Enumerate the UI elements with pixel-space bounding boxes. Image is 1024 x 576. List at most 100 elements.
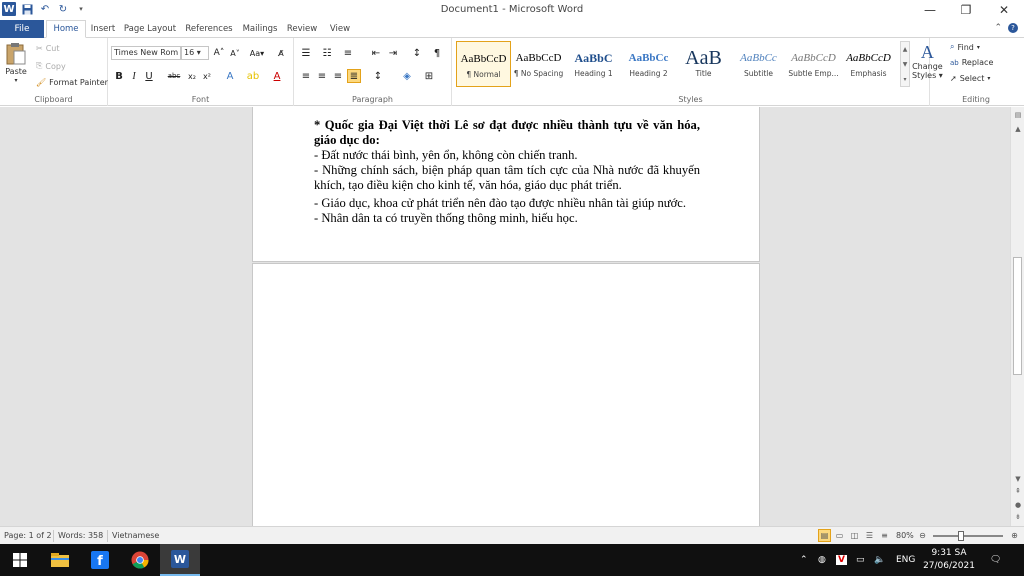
draft-view-icon[interactable]: ≡ xyxy=(878,529,891,542)
tab-insert[interactable]: Insert xyxy=(88,20,118,38)
restore-button[interactable]: ❐ xyxy=(948,0,984,20)
tab-review[interactable]: Review xyxy=(285,20,319,38)
strikethrough-button[interactable]: abc xyxy=(166,69,182,83)
styles-gallery: AaBbCcD ¶ Normal AaBbCcD ¶ No Spacing Aa… xyxy=(454,41,906,87)
zoom-slider[interactable] xyxy=(933,535,1003,537)
close-button[interactable]: ✕ xyxy=(986,0,1022,20)
ribbon-tabs: File Home Insert Page Layout References … xyxy=(0,20,1024,38)
tab-home[interactable]: Home xyxy=(46,20,86,38)
scrollbar-thumb[interactable] xyxy=(1013,257,1022,375)
zoom-slider-thumb[interactable] xyxy=(958,531,964,541)
change-styles-button[interactable]: A Change Styles ▾ xyxy=(912,42,943,80)
style-subtitle[interactable]: AaBbCc Subtitle xyxy=(731,41,786,87)
style-heading-2[interactable]: AaBbCc Heading 2 xyxy=(621,41,676,87)
notifications-icon[interactable]: 🗨 xyxy=(990,544,1001,576)
shading-icon[interactable]: ◈ xyxy=(400,69,414,83)
align-right-icon[interactable]: ≡ xyxy=(331,69,345,83)
style-title[interactable]: AaB Title xyxy=(676,41,731,87)
style-heading-1[interactable]: AaBbC Heading 1 xyxy=(566,41,621,87)
numbering-icon[interactable]: ☷ xyxy=(320,46,334,60)
language-indicator[interactable]: Vietnamese xyxy=(112,531,159,540)
shrink-font-icon[interactable]: A˅ xyxy=(228,46,242,60)
next-page-icon[interactable]: ⇟ xyxy=(1011,513,1024,521)
volume-icon[interactable]: 🔈 xyxy=(874,544,885,576)
borders-icon[interactable]: ⊞ xyxy=(422,69,436,83)
replace-button[interactable]: ab Replace xyxy=(950,58,993,67)
document-page-2[interactable] xyxy=(252,263,760,526)
align-left-icon[interactable]: ≡ xyxy=(299,69,313,83)
subscript-button[interactable]: x₂ xyxy=(185,69,199,83)
ruler-toggle-icon[interactable]: ▤ xyxy=(1011,111,1024,119)
change-case-icon[interactable]: Aa▾ xyxy=(248,46,266,60)
word-taskbar-button[interactable]: W xyxy=(160,544,200,576)
unikey-icon[interactable]: V xyxy=(836,544,847,576)
bullets-icon[interactable]: ☰ xyxy=(299,46,313,60)
style-normal[interactable]: AaBbCcD ¶ Normal xyxy=(456,41,511,87)
vertical-scrollbar[interactable]: ▤ ▲ ▼ ⇞ ● ⇟ xyxy=(1010,107,1024,526)
page-count[interactable]: Page: 1 of 2 xyxy=(4,531,52,540)
style-subtle-emphasis[interactable]: AaBbCcD Subtle Emp... xyxy=(786,41,841,87)
zoom-in-icon[interactable]: ⊕ xyxy=(1008,529,1021,542)
line-spacing-icon[interactable]: ↕ xyxy=(371,69,385,83)
decrease-indent-icon[interactable]: ⇤ xyxy=(369,46,383,60)
tab-mailings[interactable]: Mailings xyxy=(239,20,281,38)
minimize-button[interactable]: — xyxy=(912,0,948,20)
font-size-select[interactable]: 16 ▾ xyxy=(181,46,209,60)
font-color-icon[interactable]: A xyxy=(270,69,284,83)
show-formatting-icon[interactable]: ¶ xyxy=(430,46,444,60)
zoom-out-icon[interactable]: ⊖ xyxy=(916,529,929,542)
tab-references[interactable]: References xyxy=(183,20,235,38)
multilevel-list-icon[interactable]: ≡ xyxy=(341,46,355,60)
sort-icon[interactable]: ↕ xyxy=(410,46,424,60)
select-arrow-icon: ➚ xyxy=(950,74,957,83)
text-effects-icon[interactable]: A xyxy=(223,69,237,83)
battery-icon[interactable]: ▭ xyxy=(856,544,865,576)
tab-view[interactable]: View xyxy=(325,20,355,38)
tab-page-layout[interactable]: Page Layout xyxy=(122,20,178,38)
style-emphasis[interactable]: AaBbCcD Emphasis xyxy=(841,41,896,87)
select-button[interactable]: ➚ Select ▾ xyxy=(950,74,990,83)
italic-button[interactable]: I xyxy=(127,69,141,83)
styles-gallery-scroll[interactable]: ▲ ▼ ▾ xyxy=(900,41,910,87)
font-family-select[interactable]: Times New Rom xyxy=(111,46,181,60)
browse-object-icon[interactable]: ● xyxy=(1011,501,1024,509)
tab-file[interactable]: File xyxy=(0,20,44,38)
print-layout-view-icon[interactable]: ▤ xyxy=(818,529,831,542)
copy-button[interactable]: ⎘ Copy xyxy=(36,61,66,71)
chrome-button[interactable] xyxy=(120,544,160,576)
find-button[interactable]: ⌕ Find ▾ xyxy=(950,42,980,52)
full-screen-view-icon[interactable]: ▭ xyxy=(833,529,846,542)
copy-icon: ⎘ xyxy=(36,61,43,70)
start-button[interactable] xyxy=(0,544,40,576)
cut-button[interactable]: ✂ Cut xyxy=(36,44,60,53)
increase-indent-icon[interactable]: ⇥ xyxy=(386,46,400,60)
underline-button[interactable]: U xyxy=(142,69,156,83)
style-no-spacing[interactable]: AaBbCcD ¶ No Spacing xyxy=(511,41,566,87)
show-hidden-icons[interactable]: ⌃ xyxy=(800,544,808,576)
network-icon[interactable]: ◍ xyxy=(818,544,826,576)
word-count[interactable]: Words: 358 xyxy=(58,531,103,540)
zoom-level[interactable]: 80% xyxy=(896,531,914,540)
scroll-up-icon[interactable]: ▲ xyxy=(1011,125,1024,133)
previous-page-icon[interactable]: ⇞ xyxy=(1011,487,1024,495)
clear-formatting-icon[interactable]: A̸ xyxy=(274,46,288,60)
document-body[interactable]: * Quốc gia Đại Việt thời Lê sơ đạt được … xyxy=(314,118,700,226)
highlight-icon[interactable]: ab xyxy=(246,69,260,83)
format-painter-button[interactable]: 🖌 Format Painter xyxy=(36,78,108,87)
outline-view-icon[interactable]: ☰ xyxy=(863,529,876,542)
superscript-button[interactable]: x² xyxy=(200,69,214,83)
document-page-1[interactable]: * Quốc gia Đại Việt thời Lê sơ đạt được … xyxy=(252,107,760,262)
justify-icon[interactable]: ≣ xyxy=(347,69,361,83)
paste-button[interactable]: Paste ▾ xyxy=(5,42,27,84)
bold-button[interactable]: B xyxy=(112,69,126,83)
minimize-ribbon-icon[interactable]: ⌃ xyxy=(994,23,1002,33)
align-center-icon[interactable]: ≡ xyxy=(315,69,329,83)
web-layout-view-icon[interactable]: ◫ xyxy=(848,529,861,542)
system-clock[interactable]: 9:31 SA 27/06/2021 xyxy=(918,547,980,573)
help-icon[interactable]: ? xyxy=(1008,23,1018,33)
grow-font-icon[interactable]: A˄ xyxy=(212,46,226,60)
file-explorer-button[interactable] xyxy=(40,544,80,576)
input-language[interactable]: ENG xyxy=(896,544,915,576)
facebook-button[interactable]: f xyxy=(80,544,120,576)
scroll-down-icon[interactable]: ▼ xyxy=(1011,475,1024,483)
